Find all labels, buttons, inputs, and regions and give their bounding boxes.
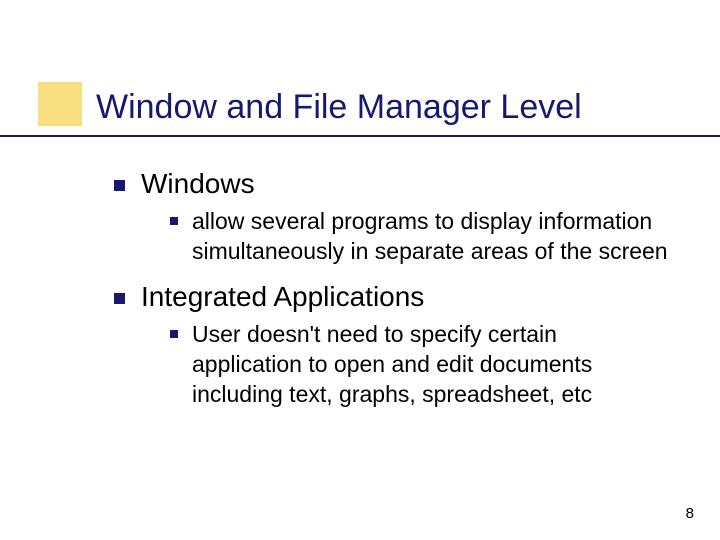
square-bullet-icon: [170, 330, 178, 338]
list-item: Integrated Applications: [114, 281, 674, 313]
list-subitem-text: allow several programs to display inform…: [192, 206, 672, 267]
list-subitem: allow several programs to display inform…: [170, 206, 674, 267]
square-bullet-icon: [170, 217, 178, 225]
square-bullet-icon: [114, 180, 125, 191]
slide-title: Window and File Manager Level: [96, 88, 582, 127]
sublist: User doesn't need to specify certain app…: [170, 319, 674, 410]
content-area: Windows allow several programs to displa…: [114, 168, 674, 424]
slide: Window and File Manager Level Windows al…: [0, 0, 720, 540]
sublist: allow several programs to display inform…: [170, 206, 674, 267]
list-subitem: User doesn't need to specify certain app…: [170, 319, 674, 410]
list-item-label: Integrated Applications: [141, 281, 424, 313]
list-item: Windows: [114, 168, 674, 200]
square-bullet-icon: [114, 293, 125, 304]
title-underline: [0, 135, 720, 137]
list-item-label: Windows: [141, 168, 255, 200]
list-subitem-text: User doesn't need to specify certain app…: [192, 319, 672, 410]
page-number: 8: [686, 505, 694, 522]
accent-square: [38, 82, 82, 126]
